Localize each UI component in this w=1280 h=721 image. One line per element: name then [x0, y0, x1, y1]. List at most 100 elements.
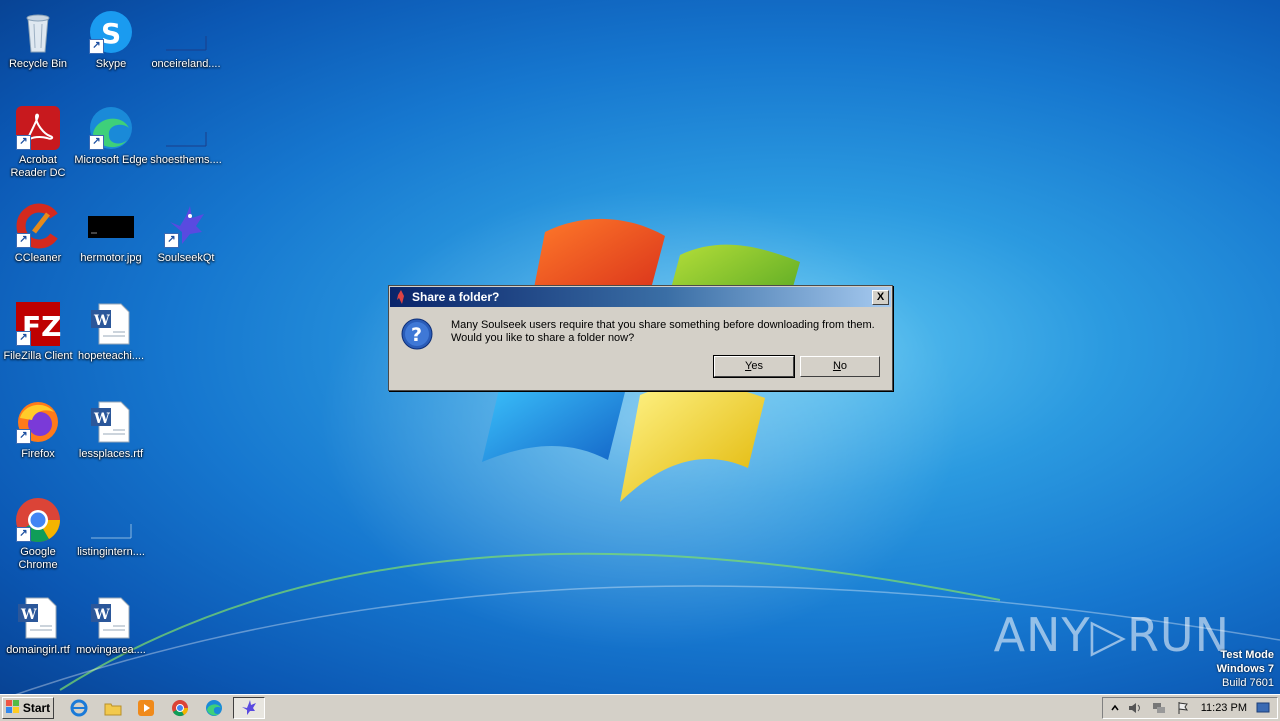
soulseek-taskbar-icon	[239, 698, 259, 718]
desktop-icon-edge[interactable]: ↗ Microsoft Edge	[73, 104, 149, 167]
desktop-icon-hopeteachi[interactable]: W hopeteachi....	[73, 300, 149, 363]
desktop-icon-movingarea[interactable]: W movingarea....	[73, 594, 149, 657]
shortcut-arrow-icon: ↗	[16, 429, 31, 444]
dialog-body: ? Many Soulseek users require that you s…	[389, 308, 892, 388]
soulseek-title-icon	[394, 290, 408, 304]
shortcut-arrow-icon: ↗	[89, 135, 104, 150]
chrome-taskbar-icon[interactable]	[170, 698, 190, 718]
skype-icon: S ↗	[87, 8, 135, 56]
desktop-icon-lessplaces[interactable]: W lessplaces.rtf	[73, 398, 149, 461]
network-icon[interactable]	[1149, 698, 1169, 718]
desktop-icon-chrome[interactable]: ↗ Google Chrome	[0, 496, 76, 572]
word-doc-icon: W	[87, 398, 135, 446]
test-mode-line1: Test Mode	[1220, 649, 1274, 661]
image-icon	[87, 202, 135, 250]
shortcut-arrow-icon: ↗	[16, 527, 31, 542]
desktop-icon-onceireland[interactable]: onceireland....	[148, 8, 224, 71]
desktop-icon-label: CCleaner	[14, 252, 62, 264]
ccleaner-icon: ↗	[14, 202, 62, 250]
test-mode-line3: Build 7601	[1222, 677, 1274, 689]
ie-icon[interactable]	[69, 698, 89, 718]
desktop-icon-label: SoulseekQt	[157, 252, 215, 264]
word-doc-icon: W	[87, 594, 135, 642]
windows-logo-icon	[5, 699, 20, 717]
desktop-icon-domaingirl[interactable]: W domaingirl.rtf	[0, 594, 76, 657]
desktop-icon-skype[interactable]: S ↗ Skype	[73, 8, 149, 71]
desktop-icon-label: hopeteachi....	[77, 350, 145, 362]
yes-button[interactable]: Yes	[713, 355, 795, 378]
desktop-icon-ccleaner[interactable]: ↗ CCleaner	[0, 202, 76, 265]
test-mode-line2: Windows 7	[1216, 663, 1274, 675]
desktop-icon-label: Recycle Bin	[8, 58, 68, 70]
start-label: Start	[22, 701, 51, 715]
shortcut-arrow-icon: ↗	[89, 39, 104, 54]
taskbar-clock[interactable]: 11:23 PM	[1201, 702, 1247, 714]
shortcut-arrow-icon: ↗	[16, 331, 31, 346]
desktop-icon-shoesthems[interactable]: shoesthems....	[148, 104, 224, 167]
taskbar-soulseek-active[interactable]	[233, 697, 265, 719]
svg-text:W: W	[93, 411, 110, 427]
desktop-icon-label: listingintern....	[77, 546, 145, 558]
anyrun-watermark: ANY▷RUN	[993, 608, 1230, 662]
shortcut-arrow-icon: ↗	[16, 233, 31, 248]
desktop-icon-acrobat[interactable]: ↗ Acrobat Reader DC	[0, 104, 76, 180]
shortcut-arrow-icon: ↗	[16, 135, 31, 150]
desktop-icon-label: Skype	[95, 58, 127, 70]
start-button[interactable]: Start	[2, 697, 54, 719]
dialog-title: Share a folder?	[412, 290, 500, 304]
desktop-icon-hermotor[interactable]: hermotor.jpg	[73, 202, 149, 265]
volume-icon[interactable]	[1125, 698, 1145, 718]
svg-text:W: W	[20, 607, 37, 623]
edge-taskbar-icon[interactable]	[204, 698, 224, 718]
desktop-icon-label: onceireland....	[151, 58, 221, 70]
message-line-2: Would you like to share a folder now?	[451, 332, 635, 344]
desktop-icon-label: Firefox	[21, 448, 55, 460]
system-tray: 11:23 PM	[1102, 697, 1278, 719]
share-folder-dialog: Share a folder? X ? Many Soulseek users …	[388, 285, 893, 391]
acrobat-icon: ↗	[14, 104, 62, 152]
shortcut-arrow-icon: ↗	[164, 233, 179, 248]
chrome-icon: ↗	[14, 496, 62, 544]
edge-icon: ↗	[87, 104, 135, 152]
svg-text:?: ?	[411, 324, 422, 346]
media-player-icon[interactable]	[136, 698, 156, 718]
svg-text:S: S	[101, 17, 121, 50]
svg-text:W: W	[93, 313, 110, 329]
desktop-icon-filezilla[interactable]: FZ ↗ FileZilla Client	[0, 300, 76, 363]
file-icon	[87, 496, 135, 544]
soulseek-icon: ↗	[162, 202, 210, 250]
desktop-icon-label: Google Chrome	[18, 546, 58, 571]
tray-expand-icon[interactable]	[1105, 698, 1125, 718]
action-center-flag-icon[interactable]	[1173, 698, 1193, 718]
recycle-bin-icon	[14, 8, 62, 56]
word-doc-icon: W	[14, 594, 62, 642]
svg-text:W: W	[93, 607, 110, 623]
desktop-icon-label: domaingirl.rtf	[6, 644, 70, 656]
desktop-icon-label: FileZilla Client	[3, 350, 73, 362]
taskbar: Start 11:23 PM	[0, 694, 1280, 721]
desktop-icon-label: Microsoft Edge	[74, 154, 148, 166]
test-mode-label: Test Mode Windows 7 Build 7601	[1217, 648, 1274, 690]
show-desktop-icon[interactable]	[1253, 698, 1273, 718]
desktop-icon-recycle-bin[interactable]: Recycle Bin	[0, 8, 76, 71]
desktop-icon-label: lessplaces.rtf	[78, 448, 144, 460]
no-button[interactable]: No	[800, 356, 880, 377]
desktop-icon-label: Acrobat Reader DC	[10, 154, 66, 179]
file-icon	[162, 104, 210, 152]
file-icon	[162, 8, 210, 56]
word-doc-icon: W	[87, 300, 135, 348]
question-icon: ?	[401, 318, 433, 350]
dialog-message: Many Soulseek users require that you sha…	[451, 319, 875, 345]
desktop-icon-firefox[interactable]: ↗ Firefox	[0, 398, 76, 461]
explorer-icon[interactable]	[103, 698, 123, 718]
filezilla-icon: FZ ↗	[14, 300, 62, 348]
firefox-icon: ↗	[14, 398, 62, 446]
desktop-icon-listingintern[interactable]: listingintern....	[73, 496, 149, 559]
message-line-1: Many Soulseek users require that you sha…	[451, 319, 875, 331]
dialog-titlebar[interactable]: Share a folder? X	[390, 287, 891, 307]
desktop-icon-label: hermotor.jpg	[80, 252, 142, 264]
desktop-icon-label: shoesthems....	[150, 154, 222, 166]
close-button[interactable]: X	[872, 289, 889, 305]
desktop-icon-label: movingarea....	[76, 644, 146, 656]
desktop-icon-soulseekqt[interactable]: ↗ SoulseekQt	[148, 202, 224, 265]
